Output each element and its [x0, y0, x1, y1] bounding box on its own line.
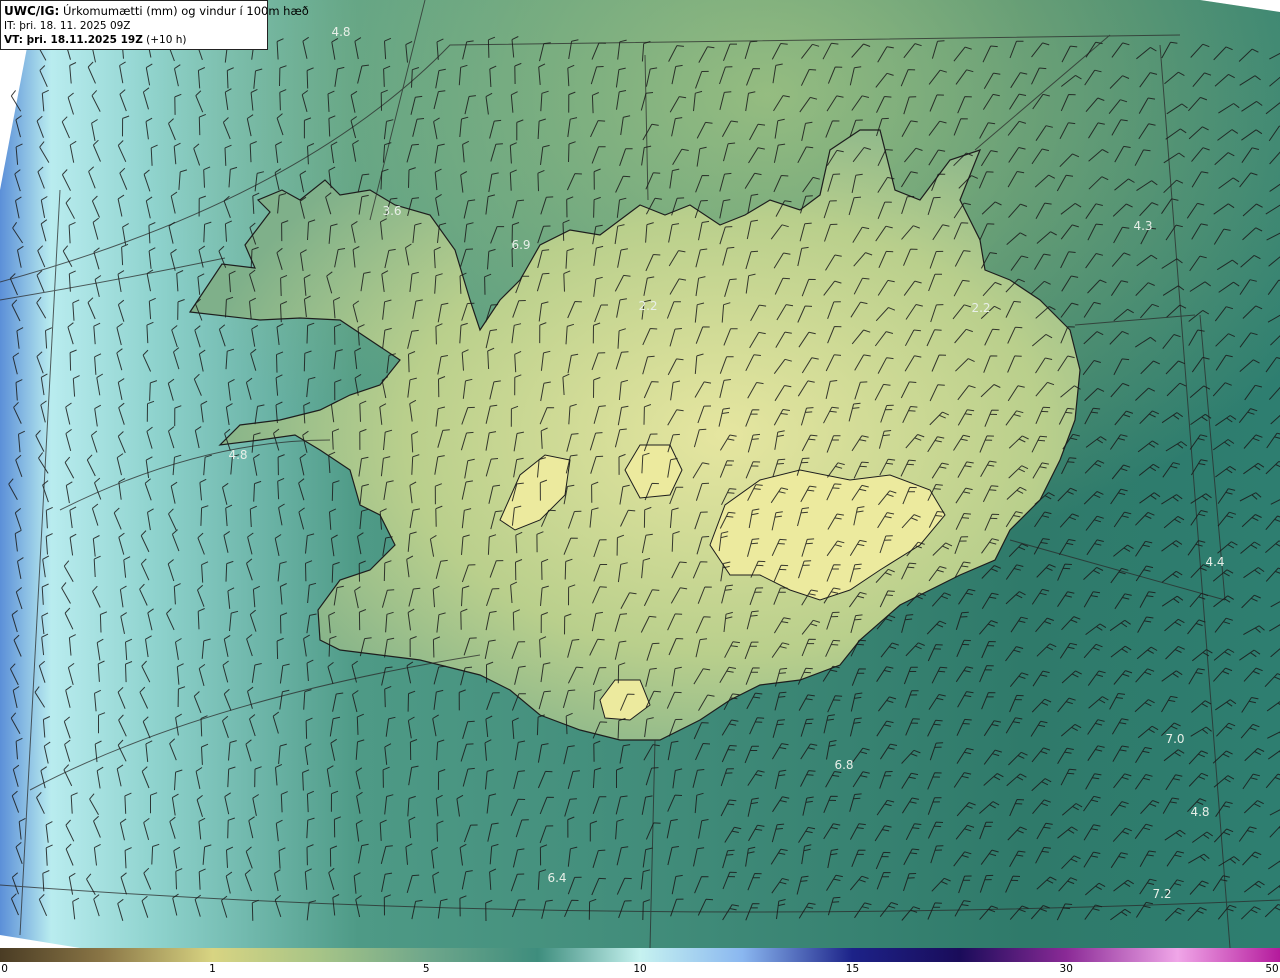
product-code: UWC/IG:: [4, 4, 60, 18]
valid-label: VT: þri. 18.11.2025 19Z: [4, 34, 143, 46]
map-value-label-northeast-sea: 4.3: [1133, 219, 1152, 233]
map-value-label-west: 4.8: [228, 448, 247, 462]
valid-time: VT: þri. 18.11.2025 19Z (+10 h): [4, 33, 263, 47]
map-value-label-northwest: 4.8: [331, 25, 350, 39]
map-value-label-south: 6.4: [547, 871, 566, 885]
map-value-label-far-south-east: 7.2: [1152, 887, 1171, 901]
issue-time: IT: þri. 18. 11. 2025 09Z: [4, 20, 131, 32]
map-value-label-east-sea: 4.4: [1205, 555, 1224, 569]
colorbar-tick-10: 10: [633, 963, 647, 975]
map-value-label-south-sea: 6.8: [834, 758, 853, 772]
colorbar-tick-15: 15: [845, 963, 860, 975]
forecast-map: 4.8 3.6 6.9 4.3 2.2 2.2 4.8 4.4 7.0 6.8 4.8 6.4 7.2: [0, 0, 1280, 948]
product-description: Úrkomumætti (mm) og vindur í 100m hæð: [62, 4, 309, 18]
map-value-label-southeast-sea: 7.0: [1165, 732, 1184, 746]
colorbar-tick-5: 5: [422, 963, 430, 975]
colorbar-tick-1: 1: [209, 963, 216, 975]
map-value-label-north-central: 6.9: [511, 238, 530, 252]
colorbar-tick-0: 0: [1, 963, 8, 975]
map-title-box: UWC/IG: Úrkomumætti (mm) og vindur í 100…: [0, 0, 309, 50]
colorbar-tick-30: 30: [1059, 963, 1073, 975]
colorbar-ticks: 0 1 5 10 15 30 50: [0, 962, 1280, 978]
title-product: UWC/IG: Úrkomumætti (mm) og vindur í 100…: [4, 4, 309, 19]
precipitation-colorbar: [0, 948, 1280, 962]
colorbar-tick-50: 50: [1265, 963, 1279, 975]
map-value-label-far-southeast-sea: 4.8: [1190, 805, 1209, 819]
map-value-label-westfjords: 3.6: [382, 204, 401, 218]
map-value-label-northeast: 2.2: [971, 301, 990, 315]
map-value-label-north: 2.2: [638, 299, 657, 313]
valid-offset: (+10 h): [146, 34, 187, 46]
